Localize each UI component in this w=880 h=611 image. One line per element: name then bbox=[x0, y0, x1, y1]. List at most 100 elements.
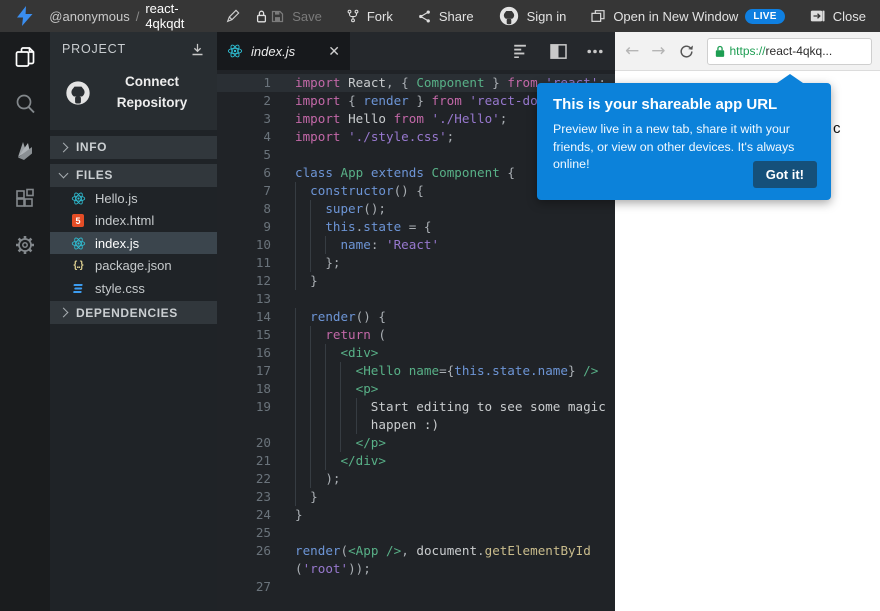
code-row[interactable]: 13 bbox=[217, 290, 615, 308]
preview-text-fragment: c bbox=[833, 120, 841, 137]
more-options-icon[interactable] bbox=[587, 49, 603, 54]
url-bar[interactable]: https://react-4qkq... bbox=[707, 38, 873, 65]
code-token: this.state.name bbox=[454, 363, 568, 378]
code-row[interactable]: 15return ( bbox=[217, 326, 615, 344]
code-row[interactable]: 22); bbox=[217, 470, 615, 488]
code-row[interactable]: 11}; bbox=[217, 254, 615, 272]
download-icon[interactable] bbox=[190, 42, 205, 57]
open-new-window-button[interactable]: Open in New Window LIVE bbox=[590, 8, 784, 24]
code-row[interactable]: 16<div> bbox=[217, 344, 615, 362]
code-token: { bbox=[401, 75, 416, 90]
indent-guide bbox=[325, 362, 340, 380]
code-row[interactable]: 8super(); bbox=[217, 200, 615, 218]
extensions-icon[interactable] bbox=[12, 185, 38, 211]
app-logo[interactable] bbox=[0, 6, 49, 26]
code-row[interactable]: 17<Hello name={this.state.name} /> bbox=[217, 362, 615, 380]
code-token: } bbox=[485, 75, 508, 90]
search-icon[interactable] bbox=[12, 91, 38, 117]
indent-guide bbox=[295, 398, 310, 416]
section-files[interactable]: FILES bbox=[50, 164, 217, 187]
section-dependencies[interactable]: DEPENDENCIES bbox=[50, 301, 217, 324]
code-row[interactable]: happen :) bbox=[217, 416, 615, 434]
live-book-icon[interactable] bbox=[12, 138, 38, 164]
code-token: Hello bbox=[341, 111, 394, 126]
tab-close-icon[interactable]: ✕ bbox=[328, 44, 340, 58]
code-token: './Hello' bbox=[424, 111, 500, 126]
code-row[interactable]: 24} bbox=[217, 506, 615, 524]
files-panel-icon[interactable] bbox=[12, 44, 38, 70]
close-label: Close bbox=[833, 9, 866, 24]
code-row[interactable]: 18<p> bbox=[217, 380, 615, 398]
code-row[interactable]: 21</div> bbox=[217, 452, 615, 470]
close-button[interactable]: Close bbox=[809, 8, 866, 24]
indent-guide bbox=[310, 452, 325, 470]
file-item-index.js[interactable]: index.js bbox=[50, 232, 217, 255]
browser-nav-bar: ← → https://react-4qkq... bbox=[615, 32, 880, 71]
privacy-lock-icon[interactable] bbox=[253, 8, 270, 25]
react-file-icon bbox=[70, 236, 86, 251]
got-it-button[interactable]: Got it! bbox=[753, 161, 817, 188]
code-row[interactable]: 26render(<App />, document.getElementByI… bbox=[217, 542, 615, 560]
code-token: , bbox=[401, 543, 416, 558]
code-token bbox=[363, 165, 371, 180]
section-dependencies-label: DEPENDENCIES bbox=[76, 306, 178, 320]
signin-button[interactable]: Sign in bbox=[498, 5, 567, 27]
refresh-icon[interactable] bbox=[678, 43, 695, 60]
split-view-icon[interactable] bbox=[550, 44, 567, 59]
code-token: document bbox=[416, 543, 477, 558]
code-row[interactable]: 20</p> bbox=[217, 434, 615, 452]
code-text: import Hello from './Hello'; bbox=[295, 110, 507, 128]
prettify-icon[interactable] bbox=[514, 44, 530, 58]
file-item-style.css[interactable]: style.css bbox=[50, 277, 217, 300]
connect-repository-button[interactable]: Connect Repository bbox=[50, 66, 217, 130]
line-number: 14 bbox=[217, 308, 271, 326]
breadcrumb-project[interactable]: react-4qkqdt bbox=[145, 1, 215, 31]
breadcrumb-user[interactable]: @anonymous bbox=[49, 9, 129, 24]
file-item-package.json[interactable]: {..}package.json bbox=[50, 254, 217, 277]
chevron-right-icon bbox=[59, 142, 69, 152]
indent-guide bbox=[295, 308, 310, 326]
code-token: Component bbox=[432, 165, 500, 180]
code-row[interactable]: 14render() { bbox=[217, 308, 615, 326]
code-text: } bbox=[295, 506, 303, 524]
settings-gear-icon[interactable] bbox=[12, 232, 38, 258]
edit-pencil-icon[interactable] bbox=[225, 8, 241, 24]
code-row[interactable]: 10name: 'React' bbox=[217, 236, 615, 254]
exit-icon bbox=[809, 8, 826, 24]
code-token: 'React' bbox=[386, 237, 439, 252]
shareable-url-popup: This is your shareable app URL Preview l… bbox=[537, 83, 831, 200]
indent-guide bbox=[310, 326, 325, 344]
tab-indexjs[interactable]: index.js ✕ bbox=[217, 32, 350, 70]
indent-guide bbox=[325, 380, 340, 398]
code-token: render bbox=[295, 543, 341, 558]
code-token: () { bbox=[356, 309, 386, 324]
save-button[interactable]: Save bbox=[270, 9, 322, 24]
line-number: 13 bbox=[217, 290, 271, 308]
section-info[interactable]: INFO bbox=[50, 136, 217, 159]
code-token: )); bbox=[348, 561, 371, 576]
code-token bbox=[424, 165, 432, 180]
fork-button[interactable]: Fork bbox=[346, 8, 393, 24]
code-row[interactable]: 19Start editing to see some magic bbox=[217, 398, 615, 416]
code-token: extends bbox=[371, 165, 424, 180]
code-row[interactable]: 9this.state = { bbox=[217, 218, 615, 236]
forward-arrow-icon[interactable]: → bbox=[651, 43, 665, 60]
line-number: 4 bbox=[217, 128, 271, 146]
code-row[interactable]: 27 bbox=[217, 578, 615, 596]
file-item-index.html[interactable]: 5index.html bbox=[50, 209, 217, 232]
code-row[interactable]: ('root')); bbox=[217, 560, 615, 578]
code-text: render(<App />, document.getElementById bbox=[295, 542, 591, 560]
line-number bbox=[217, 560, 271, 578]
code-row[interactable]: 12} bbox=[217, 272, 615, 290]
file-item-Hello.js[interactable]: Hello.js bbox=[50, 187, 217, 210]
code-text: </p> bbox=[295, 434, 386, 452]
code-row[interactable]: 25 bbox=[217, 524, 615, 542]
code-token: class bbox=[295, 165, 333, 180]
live-badge: LIVE bbox=[745, 9, 784, 24]
code-token: : bbox=[371, 237, 386, 252]
code-row[interactable]: 23} bbox=[217, 488, 615, 506]
share-button[interactable]: Share bbox=[417, 9, 474, 24]
back-arrow-icon[interactable]: ← bbox=[625, 43, 639, 60]
code-token: <div> bbox=[340, 345, 378, 360]
chevron-down-icon bbox=[59, 169, 69, 179]
